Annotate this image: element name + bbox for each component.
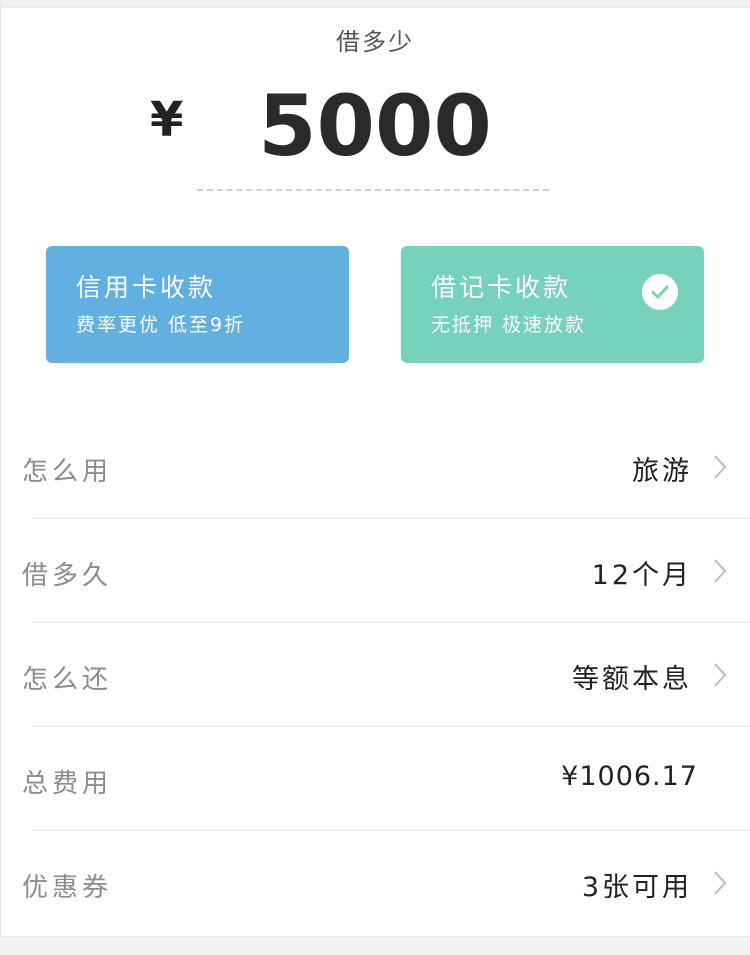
row-label: 怎么用 [22, 457, 113, 487]
debit-card-option[interactable]: 借记卡收款 无抵押 极速放款 [401, 246, 704, 363]
row-duration[interactable]: 借多久 12个月 [0, 519, 750, 623]
amount-input[interactable] [240, 78, 510, 174]
row-label: 借多久 [22, 561, 113, 591]
chevron-right-icon [714, 559, 727, 583]
row-usage[interactable]: 怎么用 旅游 [0, 415, 750, 519]
page-title: 借多少 [336, 28, 414, 56]
row-value: 旅游 [632, 456, 692, 487]
loan-details-list: 怎么用 旅游 借多久 12个月 怎么还 等额本息 总费用 ¥1006.17 优惠… [0, 415, 750, 935]
row-value: 等额本息 [572, 664, 692, 695]
currency-symbol: ¥ [150, 92, 184, 148]
row-repayment[interactable]: 怎么还 等额本息 [0, 623, 750, 727]
row-value: 3张可用 [581, 872, 692, 903]
credit-card-option[interactable]: 信用卡收款 费率更优 低至9折 [46, 246, 349, 363]
debit-card-option-subtitle: 无抵押 极速放款 [431, 314, 587, 336]
credit-card-option-subtitle: 费率更优 低至9折 [76, 314, 246, 336]
bottom-strip [0, 936, 750, 955]
chevron-right-icon [714, 871, 727, 895]
credit-card-option-title: 信用卡收款 [76, 273, 217, 302]
check-circle-icon [642, 274, 678, 310]
row-total-cost: 总费用 ¥1006.17 [0, 727, 750, 831]
chevron-right-icon [714, 455, 727, 479]
row-label: 总费用 [22, 769, 113, 799]
row-coupon[interactable]: 优惠券 3张可用 [0, 831, 750, 935]
row-label: 优惠券 [22, 873, 113, 903]
row-value: 12个月 [591, 560, 692, 591]
row-label: 怎么还 [22, 665, 113, 695]
chevron-right-icon [714, 663, 727, 687]
top-status-strip [0, 0, 750, 8]
amount-section: ¥ [0, 78, 750, 178]
row-value: ¥1006.17 [561, 761, 698, 792]
amount-underline [197, 189, 549, 191]
